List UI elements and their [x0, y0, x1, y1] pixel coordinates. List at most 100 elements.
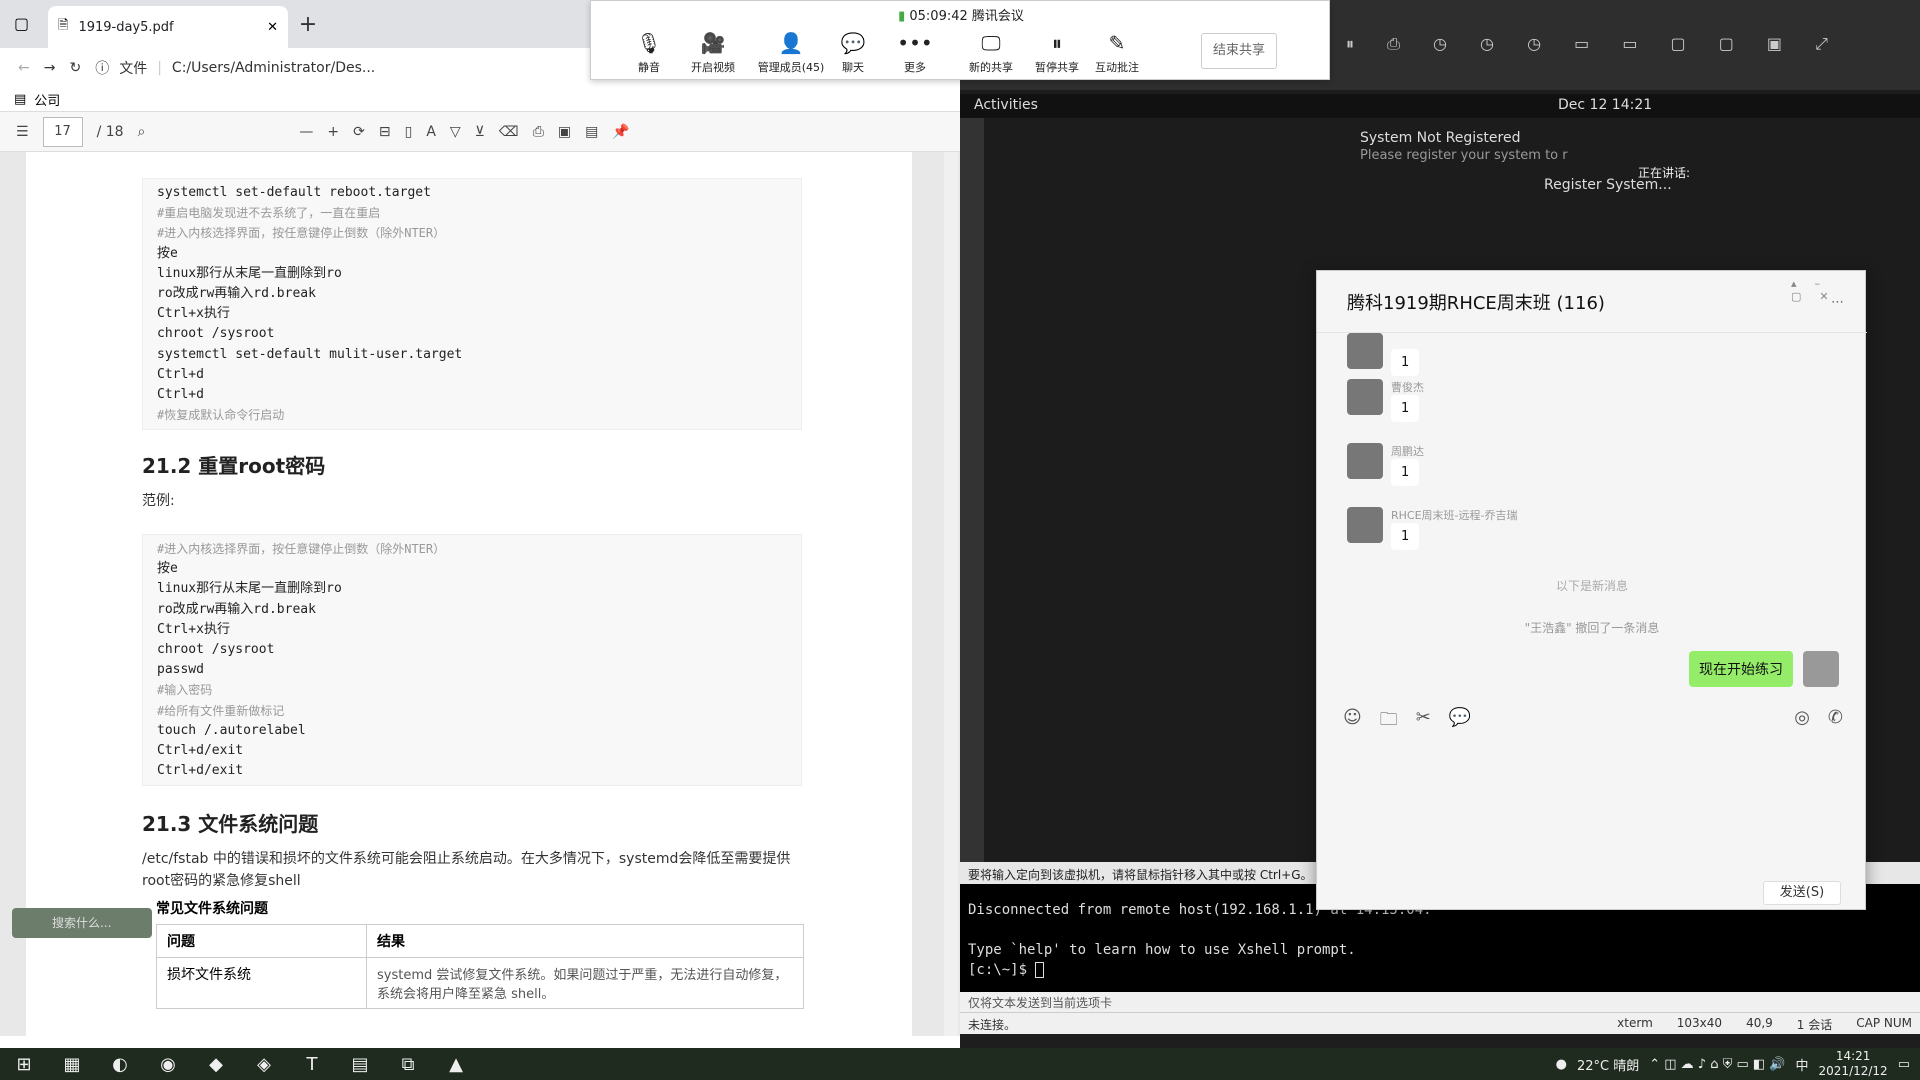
forward-icon[interactable]: →: [44, 60, 56, 76]
code-line: #恢复成默认命令行启动: [157, 408, 285, 423]
print-icon[interactable]: ⎙: [533, 124, 544, 140]
bubble-icon[interactable]: 💬: [1449, 707, 1471, 737]
zoom-out-icon[interactable]: —: [299, 124, 313, 140]
save-icon[interactable]: ▣: [558, 124, 571, 140]
pause-share-button[interactable]: ⏸ 暂停共享: [1025, 31, 1089, 75]
code-line: systemctl set-default reboot.target: [157, 185, 431, 200]
code-block-2: #进入内核选择界面，按任意键停止倒数（除外NTER） 按e linux那行从末尾一直…: [142, 534, 802, 787]
code-line: linux那行从末尾一直删除到ro: [157, 265, 342, 281]
app-icon[interactable]: ▦: [48, 1048, 96, 1080]
search-icon[interactable]: ⌕: [138, 124, 146, 140]
window-controls[interactable]: ▴–▢✕: [1791, 277, 1865, 303]
close-tab-icon[interactable]: ✕: [267, 20, 278, 35]
more-button[interactable]: ••• 更多: [883, 31, 947, 75]
send-button[interactable]: 发送(S): [1763, 881, 1841, 905]
section-paragraph: /etc/fstab 中的错误和损坏的文件系统可能会阻止系统启动。在大多情况下，…: [142, 851, 791, 889]
new-tab-button[interactable]: +: [294, 12, 322, 40]
draw-icon[interactable]: ▽: [450, 124, 461, 140]
toc-icon[interactable]: ☰: [16, 124, 29, 140]
code-line: touch /.autorelabel: [157, 722, 306, 738]
ime-indicator[interactable]: 中: [1796, 1055, 1809, 1074]
weather-text[interactable]: 22°C 晴朗: [1577, 1055, 1639, 1074]
emoji-icon[interactable]: ☺: [1343, 707, 1362, 737]
chat-icon: 💬: [840, 31, 866, 55]
app-icon[interactable]: ◈: [240, 1048, 288, 1080]
meeting-time: 05:09:42: [909, 9, 968, 24]
key-state: CAP NUM: [1856, 1016, 1912, 1030]
page-view-icon[interactable]: ▯: [405, 124, 413, 140]
code-line: chroot /sysroot: [157, 326, 275, 342]
end-share-button[interactable]: 结束共享: [1201, 33, 1277, 69]
pdf-page: systemctl set-default reboot.target #重启电脑…: [26, 152, 912, 1036]
chat-button[interactable]: 💬 聊天: [821, 31, 885, 75]
address-text[interactable]: C:/Users/Administrator/Des...: [172, 60, 375, 76]
table-title: 常见文件系统问题: [156, 901, 268, 917]
members-button[interactable]: 👤 管理成员(45): [751, 31, 831, 75]
clock[interactable]: 14:21 2021/12/12: [1819, 1049, 1888, 1079]
page-number-input[interactable]: 17: [42, 116, 83, 147]
connection-status: 未连接。: [968, 1018, 1017, 1032]
vmware-icon[interactable]: ⧉: [384, 1048, 432, 1080]
text-app-icon[interactable]: T: [288, 1048, 336, 1080]
chat-input[interactable]: [1337, 735, 1847, 871]
highlight-icon[interactable]: ⊻: [475, 124, 485, 140]
fit-icon[interactable]: ⊟: [379, 124, 391, 140]
new-share-button[interactable]: 🖵 新的共享: [959, 31, 1023, 75]
button-label: 暂停共享: [1035, 61, 1079, 74]
phone-icon[interactable]: ✆: [1828, 707, 1843, 737]
app-icon[interactable]: ◉: [144, 1048, 192, 1080]
zoom-in-icon[interactable]: +: [327, 124, 339, 140]
tab-actions-icon[interactable]: ▢: [14, 14, 29, 33]
pdf-scrollbar[interactable]: [944, 152, 958, 1036]
app-icon[interactable]: ◆: [192, 1048, 240, 1080]
vm-side-strip: [960, 118, 984, 863]
button-label: 开启视频: [691, 61, 735, 74]
compose-bar[interactable]: 仅将文本发送到当前选项卡: [960, 992, 1920, 1012]
terminal-prompt: [c:\~]$: [968, 962, 1036, 978]
back-icon[interactable]: ←: [18, 60, 30, 76]
rotate-icon[interactable]: ⟳: [353, 124, 365, 140]
gnome-top-bar: Activities Dec 12 14:21: [960, 94, 1920, 118]
read-aloud-icon[interactable]: A: [426, 124, 436, 140]
activities-button[interactable]: Activities: [974, 97, 1038, 113]
reload-icon[interactable]: ↻: [69, 60, 81, 76]
camera-icon[interactable]: ◎: [1794, 707, 1810, 737]
chat-message: RHCE周末班-远程-乔吉瑞 1: [1347, 507, 1847, 567]
tab-title: 1919-day5.pdf: [78, 19, 174, 35]
app-icon[interactable]: ▤: [336, 1048, 384, 1080]
notification-title: System Not Registered: [1360, 130, 1521, 146]
sender-name: 曹俊杰: [1391, 381, 1424, 394]
app-icon[interactable]: ▲: [432, 1048, 480, 1080]
tray-icons[interactable]: ⌃ ◫ ☁ ♪ ⌂ ⛨ ▭ ◧ 🔊: [1649, 1057, 1785, 1072]
gnome-clock[interactable]: Dec 12 14:21: [1558, 97, 1652, 113]
register-system-button[interactable]: Register System...: [1360, 177, 1780, 193]
pdf-file-icon: 🗎: [58, 18, 69, 33]
message-bubble: 1: [1391, 349, 1420, 376]
code-line: #输入密码: [157, 683, 213, 698]
cursor-pos: 40,9: [1746, 1016, 1773, 1030]
more-icon[interactable]: ⋯: [1831, 295, 1844, 310]
avatar: [1347, 333, 1383, 369]
chat-window: 腾科1919期RHCE周末班 (116) ▴–▢✕ ⋯ 1 曹俊杰 1 周鹏达 1 …: [1316, 270, 1867, 910]
save-as-icon[interactable]: ▤: [585, 124, 598, 140]
pin-icon[interactable]: 📌: [612, 124, 629, 140]
scissors-icon[interactable]: ✂: [1416, 707, 1431, 737]
tab-pdf[interactable]: 🗎 1919-day5.pdf ✕: [48, 6, 288, 48]
mute-button[interactable]: 🎙 静音: [617, 31, 681, 75]
folder-icon[interactable]: 🗀: [1380, 707, 1398, 737]
edge-icon[interactable]: ◐: [96, 1048, 144, 1080]
windows-start-icon[interactable]: ⊞: [0, 1048, 48, 1080]
speaking-indicator: 正在讲话:: [1638, 166, 1691, 180]
bookmark-folder[interactable]: 公司: [34, 90, 60, 109]
annotate-button[interactable]: ✎ 互动批注: [1085, 31, 1149, 75]
vm-controls[interactable]: ⏸ ⎙ ◷ ◷ ◷ ▭ ▭ ▢ ▢ ▣ ⤢: [1346, 34, 1842, 54]
video-button[interactable]: 🎥 开启视频: [681, 31, 745, 75]
message-bubble: 1: [1391, 459, 1420, 486]
table-header: 问题: [156, 924, 367, 958]
search-hint[interactable]: 搜索什么...: [12, 908, 152, 938]
notification: System Not Registered Please register yo…: [1360, 130, 1780, 193]
notification-icon[interactable]: ▭: [1898, 1057, 1910, 1072]
erase-icon[interactable]: ⌫: [499, 124, 519, 140]
code-line: 按e: [157, 245, 178, 261]
code-line: chroot /sysroot: [157, 642, 275, 658]
